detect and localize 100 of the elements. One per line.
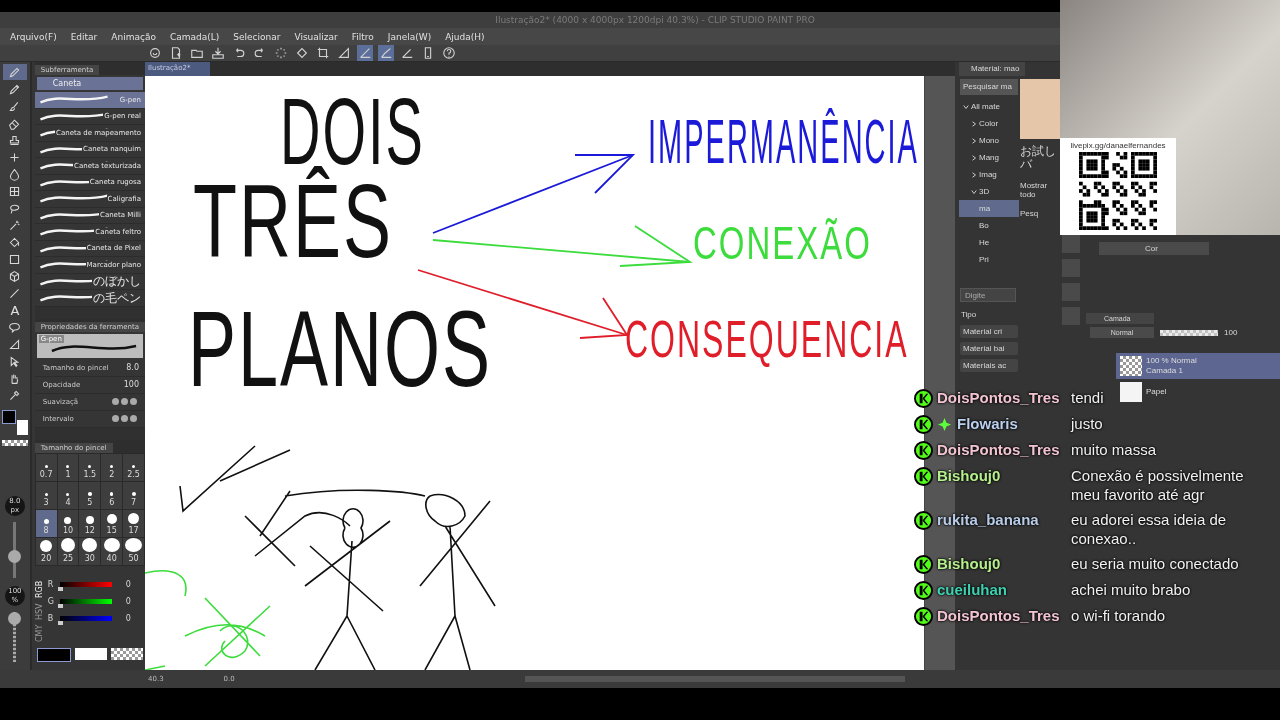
channel-value[interactable]: 0 xyxy=(125,579,131,589)
tree-item[interactable]: Pri xyxy=(959,251,1019,268)
loading-icon[interactable] xyxy=(273,45,289,61)
slider-thumb[interactable] xyxy=(57,620,63,625)
brush-size-option[interactable]: 4 xyxy=(57,481,79,509)
layer-row[interactable]: 100 % Normal Camada 1 xyxy=(1116,353,1280,379)
brush-size-option[interactable]: 20 xyxy=(35,537,57,565)
brush-size-option[interactable]: 8 xyxy=(35,509,57,537)
transparent-swatch[interactable] xyxy=(110,647,143,660)
menu-item[interactable]: Arquivo(F) xyxy=(10,31,57,42)
color-mode-tab[interactable]: HSV xyxy=(34,597,46,620)
chat-username[interactable]: Bishouj0 xyxy=(937,554,1001,574)
tree-item[interactable]: Mono xyxy=(959,132,1019,149)
brush-size-option[interactable]: 50 xyxy=(123,537,144,565)
slider-track[interactable] xyxy=(8,612,22,662)
chat-username[interactable]: cueiluhan xyxy=(937,580,1007,600)
filter-button[interactable]: Material bai xyxy=(960,342,1018,355)
chat-username[interactable]: Flowaris xyxy=(957,414,1018,434)
brush-size-option[interactable]: 2.5 xyxy=(123,453,144,481)
brush-size-option[interactable]: 25 xyxy=(57,537,79,565)
color-swatch[interactable] xyxy=(36,647,71,662)
scrollbar[interactable] xyxy=(524,676,905,682)
chevron-icon[interactable] xyxy=(963,103,969,110)
chat-username[interactable]: Bishouj0 xyxy=(937,466,1001,486)
chat-username[interactable]: DoisPontos_Tres xyxy=(937,606,1060,626)
property-value[interactable]: 100 xyxy=(123,380,139,389)
chevron-icon[interactable] xyxy=(971,188,977,195)
tree-item[interactable]: He xyxy=(959,234,1019,251)
tree-item[interactable]: Color xyxy=(959,115,1019,132)
brush-size-option[interactable]: 40 xyxy=(101,537,123,565)
brush-size-option[interactable]: 5 xyxy=(79,481,101,509)
subtool-group-button[interactable]: Caneta xyxy=(36,77,143,90)
tool-button[interactable]: A xyxy=(2,302,27,318)
brush-size-option[interactable]: 12 xyxy=(79,509,101,537)
brush-size-option[interactable]: 6 xyxy=(101,481,123,509)
menu-item[interactable]: Animação xyxy=(111,31,156,42)
save-icon[interactable] xyxy=(210,45,226,61)
search-field[interactable]: Digite xyxy=(960,288,1016,302)
chevron-icon[interactable] xyxy=(971,171,977,178)
panel-tab[interactable]: Material: mao xyxy=(959,62,1026,76)
brush-size-option[interactable]: 1 xyxy=(57,453,79,481)
tree-item[interactable]: Mang xyxy=(959,149,1019,166)
brush-size-option[interactable]: 10 xyxy=(57,509,79,537)
menu-item[interactable]: Visualizar xyxy=(294,31,338,42)
help-icon[interactable] xyxy=(441,45,457,61)
show-all-label[interactable]: Mostrar todo xyxy=(1020,181,1060,199)
chat-username[interactable]: rukita_banana xyxy=(937,510,1039,530)
dot-options-icon[interactable] xyxy=(110,413,139,424)
tree-item[interactable]: Imag xyxy=(959,166,1019,183)
brush-item[interactable]: の毛ペン xyxy=(34,290,145,307)
brush-size-option[interactable]: 3 xyxy=(35,481,57,509)
menu-item[interactable]: Filtro xyxy=(351,31,374,42)
brush-size-option[interactable]: 7 xyxy=(123,481,144,509)
brush-size-option[interactable]: 30 xyxy=(79,537,101,565)
menu-item[interactable]: Ajuda(H) xyxy=(445,31,485,42)
crop-icon[interactable] xyxy=(315,45,331,61)
layer-row[interactable]: Papel xyxy=(1116,379,1280,405)
tree-item[interactable]: 3D xyxy=(959,183,1019,200)
spiral-icon[interactable] xyxy=(147,45,163,61)
channel-value[interactable]: 0 xyxy=(125,596,131,606)
opacity-value[interactable]: 100 xyxy=(1224,328,1238,337)
opacity-slider[interactable] xyxy=(1160,329,1218,336)
color-mode-tab[interactable]: RGB xyxy=(34,575,46,598)
tool-button[interactable] xyxy=(2,64,27,80)
color-mode-tab[interactable]: CMY xyxy=(34,619,46,642)
background-color-swatch[interactable] xyxy=(16,420,28,435)
opacity-slider-thumb[interactable] xyxy=(8,612,22,625)
chevron-icon[interactable] xyxy=(971,120,977,127)
filter-button[interactable]: Material cri xyxy=(960,325,1018,338)
brush-item[interactable]: のぼかし xyxy=(34,273,145,290)
brush-size-option[interactable]: 15 xyxy=(101,509,123,537)
menu-item[interactable]: Camada(L) xyxy=(169,31,220,42)
channel-value[interactable]: 0 xyxy=(125,613,131,623)
transparent-swatch[interactable] xyxy=(1,440,28,446)
foreground-color-swatch[interactable] xyxy=(1,410,16,424)
menu-item[interactable]: Janela(W) xyxy=(387,31,432,42)
ruler-icon[interactable] xyxy=(336,45,352,61)
chevron-icon[interactable] xyxy=(971,154,977,161)
tree-item[interactable]: All mate xyxy=(959,98,1019,115)
search-button[interactable]: Pesq xyxy=(1020,209,1060,218)
chevron-icon[interactable] xyxy=(971,137,977,144)
brush-size-option[interactable]: 0.7 xyxy=(35,453,57,481)
brush-size-option[interactable]: 1.5 xyxy=(79,453,101,481)
tree-item[interactable]: ma xyxy=(959,200,1019,217)
chat-username[interactable]: DoisPontos_Tres xyxy=(937,440,1060,460)
menu-item[interactable]: Selecionar xyxy=(233,31,281,42)
menu-item[interactable]: Editar xyxy=(70,31,98,42)
slider-thumb[interactable] xyxy=(57,603,63,608)
chat-username[interactable]: DoisPontos_Tres xyxy=(937,388,1060,408)
color-dropdown[interactable]: Cor xyxy=(1099,242,1209,255)
slider-track[interactable] xyxy=(8,522,22,578)
dot-options-icon[interactable] xyxy=(110,396,139,407)
color-swatch[interactable] xyxy=(74,647,107,660)
size-slider-thumb[interactable] xyxy=(8,549,22,563)
filter-button[interactable]: Materiais ac xyxy=(960,359,1018,372)
tree-item[interactable]: Bo xyxy=(959,217,1019,234)
slider-thumb[interactable] xyxy=(57,586,63,591)
property-value[interactable]: 8.0 xyxy=(126,363,139,372)
brush-size-option[interactable]: 2 xyxy=(101,453,123,481)
brush-size-option[interactable]: 17 xyxy=(123,509,144,537)
